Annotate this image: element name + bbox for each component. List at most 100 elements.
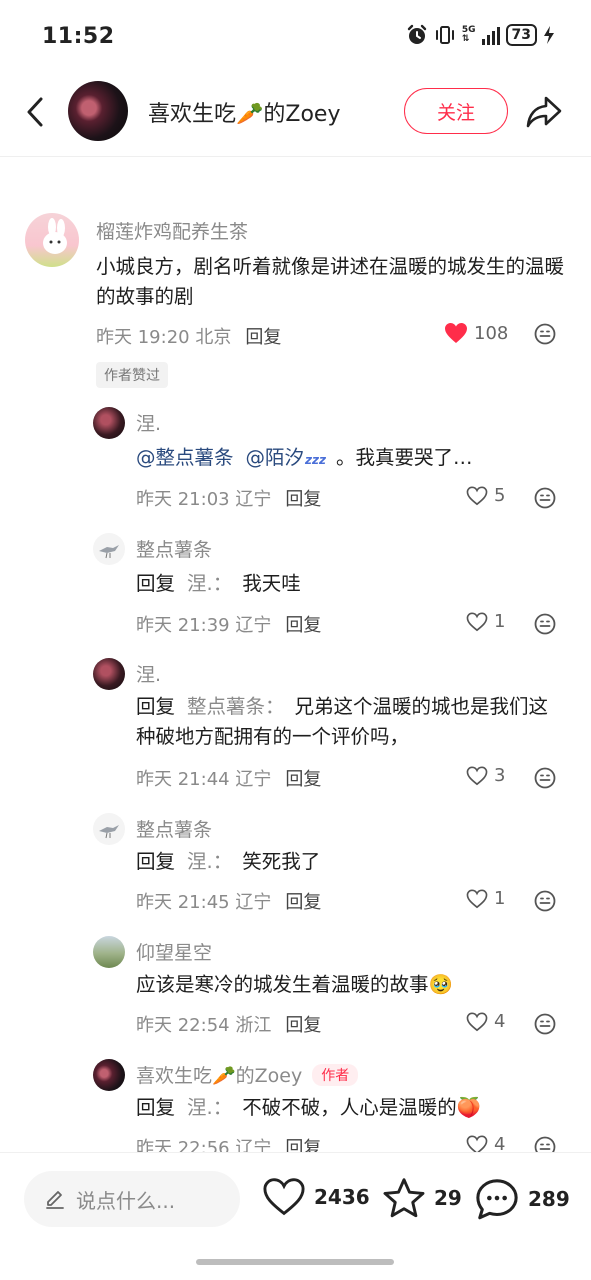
author-avatar[interactable] bbox=[68, 81, 128, 141]
reply-button[interactable]: 回复 bbox=[285, 892, 321, 913]
status-bar: 11:52 5G ⇅ 73 bbox=[0, 0, 591, 76]
comment-text: 小城良方，剧名听着就像是讲述在温暖的城发生的温暖的故事的剧 bbox=[96, 255, 565, 308]
comment-text-body: 笑死我了 bbox=[242, 850, 321, 873]
like-button[interactable]: 3 bbox=[466, 765, 505, 786]
star-outline-icon bbox=[383, 1178, 425, 1218]
home-indicator[interactable] bbox=[196, 1259, 394, 1265]
comment-time: 昨天 21:39 辽宁 bbox=[136, 615, 272, 636]
comment-time: 昨天 19:20 北京 bbox=[96, 327, 232, 348]
commenter-avatar[interactable] bbox=[93, 936, 125, 968]
status-time: 11:52 bbox=[42, 24, 115, 49]
commenter-name[interactable]: 整点薯条 bbox=[136, 815, 212, 842]
like-button[interactable]: 5 bbox=[466, 485, 505, 506]
like-count: 4 bbox=[494, 1134, 506, 1152]
emoji-react-icon[interactable] bbox=[534, 1013, 556, 1035]
commenter-avatar[interactable] bbox=[93, 658, 125, 690]
bottom-action-bar: 说点什么... 2436 29 289 bbox=[0, 1152, 591, 1280]
reply-item: 涅. 回复 整点薯条： 兄弟这个温暖的城也是我们这种破地方配拥有的一个评价吗， 昨天… bbox=[0, 654, 591, 794]
bird-avatar-icon bbox=[99, 545, 119, 559]
reply-item: 整点薯条 回复 涅.： 笑死我了 昨天 21:45 辽宁 回复 1 bbox=[0, 809, 591, 919]
reply-target[interactable]: 整点薯条： bbox=[187, 695, 285, 718]
reply-button[interactable]: 回复 bbox=[285, 1138, 321, 1152]
reply-word: 回复 bbox=[136, 695, 176, 718]
heart-outline-icon bbox=[466, 1135, 488, 1152]
mention-link[interactable]: @陌汐 bbox=[246, 446, 305, 469]
reply-button[interactable]: 回复 bbox=[285, 489, 321, 510]
mention-link[interactable]: @整点薯条 bbox=[136, 446, 234, 469]
share-button[interactable] bbox=[524, 92, 564, 132]
reply-target[interactable]: 涅.： bbox=[187, 572, 232, 595]
reply-button[interactable]: 回复 bbox=[245, 327, 281, 348]
like-count: 4 bbox=[494, 1011, 506, 1032]
vibrate-icon bbox=[435, 26, 454, 44]
heart-outline-icon bbox=[466, 889, 488, 908]
commenter-avatar[interactable] bbox=[93, 533, 125, 565]
emoji-react-icon[interactable] bbox=[534, 1136, 556, 1152]
comment-time: 昨天 22:54 浙江 bbox=[136, 1015, 272, 1036]
reply-item: 整点薯条 回复 涅.： 我天哇 昨天 21:39 辽宁 回复 1 bbox=[0, 529, 591, 639]
comment-input[interactable]: 说点什么... bbox=[24, 1171, 240, 1227]
reply-button[interactable]: 回复 bbox=[285, 1015, 321, 1036]
emoji-react-icon[interactable] bbox=[534, 323, 556, 345]
commenter-name[interactable]: 涅. bbox=[136, 409, 161, 436]
post-comment-button[interactable]: 289 bbox=[474, 1177, 570, 1221]
author-badge: 作者 bbox=[312, 1064, 359, 1086]
heart-outline-icon bbox=[466, 486, 488, 505]
commenter-avatar[interactable] bbox=[93, 1059, 125, 1091]
heart-outline-icon bbox=[466, 612, 488, 631]
post-collect-button[interactable]: 29 bbox=[382, 1177, 462, 1219]
commenter-avatar[interactable] bbox=[93, 407, 125, 439]
network-type-icon: 5G ⇅ bbox=[461, 25, 476, 44]
like-button[interactable]: 4 bbox=[466, 1011, 505, 1032]
like-button[interactable]: 1 bbox=[466, 888, 505, 909]
reply-word: 回复 bbox=[136, 1096, 176, 1119]
comment-text: 回复 涅.： 不破不破，人心是温暖的🍑 bbox=[136, 1093, 556, 1123]
header: 喜欢生吃🥕的Zoey 关注 bbox=[0, 76, 591, 156]
comment-meta: 昨天 22:56 辽宁 回复 bbox=[136, 1134, 321, 1152]
reply-button[interactable]: 回复 bbox=[285, 769, 321, 790]
reply-target[interactable]: 涅.： bbox=[187, 850, 232, 873]
comment-text: 回复 整点薯条： 兄弟这个温暖的城也是我们这种破地方配拥有的一个评价吗， bbox=[136, 692, 566, 752]
reply-word: 回复 bbox=[136, 572, 176, 595]
like-button[interactable]: 108 bbox=[444, 322, 508, 344]
comment-time: 昨天 21:44 辽宁 bbox=[136, 769, 272, 790]
emoji-react-icon[interactable] bbox=[534, 487, 556, 509]
author-name[interactable]: 喜欢生吃🥕的Zoey bbox=[148, 96, 340, 128]
like-count: 1 bbox=[494, 888, 506, 909]
comment-meta: 昨天 19:20 北京 回复 bbox=[96, 323, 281, 349]
emoji-react-icon[interactable] bbox=[534, 767, 556, 789]
comment-input-placeholder: 说点什么... bbox=[76, 1188, 176, 1213]
emoji-react-icon[interactable] bbox=[534, 890, 556, 912]
chat-bubble-icon bbox=[476, 1179, 518, 1220]
commenter-name[interactable]: 仰望星空 bbox=[136, 938, 212, 965]
post-like-button[interactable]: 2436 bbox=[262, 1177, 370, 1217]
commenter-avatar[interactable] bbox=[93, 813, 125, 845]
comment-text: 回复 涅.： 笑死我了 bbox=[136, 847, 556, 877]
comment-time: 昨天 21:45 辽宁 bbox=[136, 892, 272, 913]
signal-icon bbox=[481, 25, 500, 45]
reply-word: 回复 bbox=[136, 850, 176, 873]
like-button[interactable]: 4 bbox=[466, 1134, 505, 1152]
post-like-count: 2436 bbox=[314, 1185, 370, 1209]
comment-text: @整点薯条 @陌汐zzz 。我真要哭了… bbox=[136, 443, 556, 475]
back-button[interactable] bbox=[18, 92, 52, 132]
commenter-name[interactable]: 整点薯条 bbox=[136, 535, 212, 562]
heart-outline-icon bbox=[466, 1012, 488, 1031]
emoji-react-icon[interactable] bbox=[534, 613, 556, 635]
like-button[interactable]: 1 bbox=[466, 611, 505, 632]
heart-filled-icon bbox=[445, 323, 467, 343]
comment-time: 昨天 22:56 辽宁 bbox=[136, 1138, 272, 1152]
comment-text: 应该是寒冷的城发生着温暖的故事🥹 bbox=[136, 973, 453, 996]
post-comment-count: 289 bbox=[528, 1187, 570, 1211]
status-icons: 5G ⇅ 73 bbox=[406, 24, 555, 46]
share-icon bbox=[526, 96, 562, 128]
commenter-name[interactable]: 涅. bbox=[136, 660, 161, 687]
commenter-avatar[interactable] bbox=[25, 213, 79, 267]
follow-button[interactable]: 关注 bbox=[404, 88, 508, 134]
reply-target[interactable]: 涅.： bbox=[187, 1096, 232, 1119]
commenter-name[interactable]: 榴莲炸鸡配养生茶 bbox=[96, 217, 248, 244]
reply-button[interactable]: 回复 bbox=[285, 615, 321, 636]
comment-list: 榴莲炸鸡配养生茶 小城良方，剧名听着就像是讲述在温暖的城发生的温暖的故事的剧 昨… bbox=[0, 157, 591, 1152]
alarm-icon bbox=[407, 24, 427, 44]
commenter-name-text[interactable]: 喜欢生吃🥕的Zoey bbox=[136, 1065, 302, 1087]
